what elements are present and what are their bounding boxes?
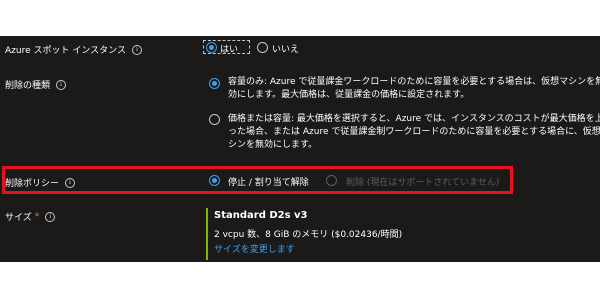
change-size-link[interactable]: サイズを変更します [214,242,295,255]
spot-yes-radio[interactable] [206,42,217,53]
size-accent-bar [206,208,208,260]
size-name: Standard D2s v3 [214,210,308,221]
eviction-price-or-capacity-text[interactable]: 価格または容量: 最大価格を選択すると、Azure では、インスタンスのコストが… [228,113,600,152]
spot-instance-label-text: Azure スポット インスタンス [5,46,126,56]
eviction-type-label: 削除の種類 i [5,78,67,91]
spot-no-label[interactable]: いいえ [272,42,299,55]
spot-instance-label: Azure スポット インスタンス i [5,43,142,56]
spot-no-radio[interactable] [257,42,268,53]
highlight-box [2,166,513,194]
info-icon[interactable]: i [132,44,142,55]
size-label: サイズ * i [5,210,56,223]
info-icon[interactable]: i [45,211,56,222]
eviction-capacity-only-radio[interactable] [209,78,220,89]
eviction-price-or-capacity-radio[interactable] [209,114,220,125]
eviction-type-label-text: 削除の種類 [5,81,51,91]
size-label-text: サイズ [5,213,32,223]
required-mark: * [34,211,40,222]
spot-yes-label[interactable]: はい [220,42,238,55]
size-detail: 2 vcpu 数、8 GiB のメモリ ($0.02436/時間) [214,230,403,240]
info-icon[interactable]: i [56,79,67,90]
eviction-capacity-only-text[interactable]: 容量のみ: Azure で従量課金ワークロードのために容量を必要とする場合は、仮… [228,76,600,102]
vm-settings-panel: Azure スポット インスタンス i はい いいえ 削除の種類 i 容量のみ:… [0,36,600,262]
